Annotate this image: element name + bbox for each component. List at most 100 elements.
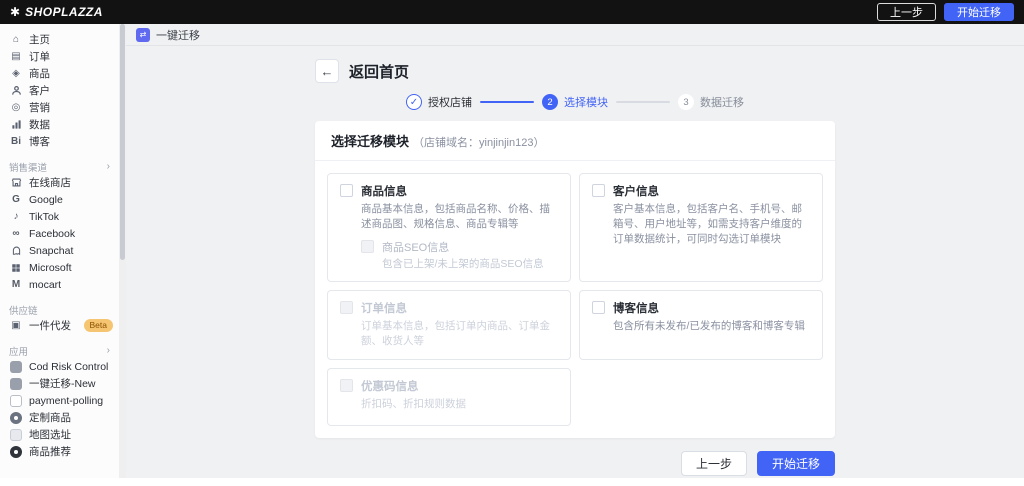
- customer-info-checkbox[interactable]: [592, 184, 605, 197]
- module-blog-info[interactable]: 博客信息 包含所有未发布/已发布的博客和博客专辑: [579, 290, 823, 360]
- sidebar-item-payment-polling[interactable]: payment-polling: [9, 392, 119, 409]
- sidebar-item-label: 营销: [29, 102, 50, 114]
- module-order-info: 订单信息 订单基本信息，包括订单内商品、订单金额、收货人等: [327, 290, 571, 360]
- horizontal-scrollbar-track[interactable]: [0, 478, 1024, 486]
- custom-products-app-icon: [9, 411, 23, 424]
- sidebar-item-label: 数据: [29, 119, 50, 131]
- sidebar-item-facebook[interactable]: ∞ Facebook: [9, 225, 119, 242]
- customer-icon: [9, 85, 23, 96]
- step-connector-pending: [616, 101, 670, 103]
- chevron-right-icon: ›: [106, 161, 110, 172]
- sidebar-item-customers[interactable]: 客户: [9, 82, 119, 99]
- marketing-icon: ◎: [11, 102, 21, 113]
- sub-module-label: 商品SEO信息: [382, 242, 450, 255]
- sidebar-item-migration-new[interactable]: 一键迁移-New: [9, 375, 119, 392]
- sidebar-section-apps[interactable]: 应用 ›: [9, 343, 119, 358]
- sidebar-section-sales-channels[interactable]: 销售渠道 ›: [9, 159, 119, 174]
- sidebar-item-tiktok[interactable]: ♪ TikTok: [9, 208, 119, 225]
- snapchat-ghost-icon: [9, 245, 23, 256]
- sidebar-section-supply-chain[interactable]: 供应链: [9, 302, 119, 317]
- discount-code-checkbox: [340, 378, 353, 392]
- step-number: 3: [678, 94, 694, 110]
- sidebar-item-label: 定制商品: [29, 412, 71, 424]
- start-migration-button[interactable]: 开始迁移: [756, 450, 835, 476]
- module-label: 博客信息: [613, 303, 659, 316]
- migration-new-app-icon: [9, 377, 23, 390]
- sidebar-item-products[interactable]: ◈ 商品: [9, 65, 119, 82]
- sidebar-scrollbar[interactable]: [119, 24, 126, 478]
- sidebar-item-dropshipping[interactable]: ▣ 一件代发 Beta: [9, 317, 119, 334]
- google-icon: G: [12, 194, 20, 205]
- sidebar-item-blog[interactable]: Bi 博客: [9, 133, 119, 150]
- step-label: 选择模块: [564, 97, 608, 109]
- sidebar-item-microsoft[interactable]: Microsoft: [9, 259, 119, 276]
- bar-chart-icon: [9, 119, 23, 130]
- package-box-icon: ▣: [11, 320, 21, 331]
- cod-risk-control-app-icon: [9, 360, 23, 373]
- sidebar-item-label: Microsoft: [29, 261, 72, 274]
- store-domain-subtitle: （店铺域名：yinjinjin123）: [413, 137, 545, 149]
- topbar-actions: 上一步 开始迁移: [877, 3, 1014, 21]
- sidebar-item-label: Google: [29, 193, 63, 206]
- module-description: 商品基本信息，包括商品名称、价格、描述商品图、规格信息、商品专辑等: [361, 203, 550, 231]
- sidebar-item-custom-products[interactable]: 定制商品: [9, 409, 119, 426]
- step-number: 2: [542, 94, 558, 110]
- select-modules-card: 选择迁移模块 （店铺域名：yinjinjin123） 商品信息 商品基本信息，包…: [315, 121, 835, 438]
- sidebar-item-home[interactable]: ⌂ 主页: [9, 31, 119, 48]
- topbar-prev-step-button[interactable]: 上一步: [877, 3, 936, 21]
- module-description: 包含所有未发布/已发布的博客和博客专辑: [613, 320, 805, 333]
- sidebar-item-product-recommendation[interactable]: 商品推荐: [9, 443, 119, 460]
- sidebar-item-label: 一键迁移-New: [29, 378, 96, 390]
- module-label: 商品信息: [361, 186, 407, 198]
- step-connector-done: [480, 101, 534, 103]
- sidebar-scrollbar-thumb[interactable]: [120, 24, 125, 261]
- module-label: 订单信息: [361, 303, 407, 316]
- product-info-checkbox[interactable]: [340, 184, 353, 197]
- topbar: ✱ SHOPLAZZA 上一步 开始迁移: [0, 0, 1024, 24]
- microsoft-icon: [9, 263, 23, 273]
- sidebar-item-label: Cod Risk Control: [29, 360, 109, 373]
- module-description: 折扣码、折扣规则数据: [361, 397, 466, 410]
- step-data-migration: 3 数据迁移: [678, 94, 744, 110]
- modules-grid: 商品信息 商品基本信息，包括商品名称、价格、描述商品图、规格信息、商品专辑等 商…: [315, 161, 835, 438]
- sidebar-item-label: 博客: [29, 136, 50, 148]
- sidebar-item-analytics[interactable]: 数据: [9, 116, 119, 133]
- step-authorize-store: ✓ 授权店铺: [406, 94, 472, 110]
- sidebar-item-snapchat[interactable]: Snapchat: [9, 242, 119, 259]
- mocart-icon: M: [11, 279, 21, 290]
- sidebar-item-google[interactable]: G Google: [9, 191, 119, 208]
- sidebar-item-online-store[interactable]: 在线商店: [9, 174, 119, 191]
- sidebar-item-cod-risk-control[interactable]: Cod Risk Control: [9, 358, 119, 375]
- sidebar-item-map-location[interactable]: 地图选址: [9, 426, 119, 443]
- module-customer-info[interactable]: 客户信息 客户基本信息，包括客户名、手机号、邮箱号、用户地址等，如需支持客户维度…: [579, 173, 823, 283]
- blog-info-checkbox[interactable]: [592, 301, 605, 315]
- sidebar-item-label: 客户: [29, 85, 50, 97]
- chevron-right-icon: ›: [106, 345, 110, 356]
- back-button[interactable]: ←: [315, 59, 339, 83]
- product-seo-checkbox[interactable]: [361, 240, 374, 254]
- module-product-info[interactable]: 商品信息 商品基本信息，包括商品名称、价格、描述商品图、规格信息、商品专辑等 商…: [327, 173, 571, 283]
- sidebar-item-mocart[interactable]: M mocart: [9, 276, 119, 293]
- section-label: 销售渠道: [9, 162, 48, 174]
- orders-icon: ▤: [11, 51, 21, 62]
- home-icon: ⌂: [12, 34, 20, 45]
- topbar-start-migration-button[interactable]: 开始迁移: [944, 3, 1014, 21]
- shoplazza-logo: ✱ SHOPLAZZA: [10, 5, 103, 19]
- check-icon: ✓: [406, 94, 422, 110]
- sidebar-item-label: mocart: [29, 278, 62, 291]
- sidebar-item-orders[interactable]: ▤ 订单: [9, 48, 119, 65]
- card-title: 选择迁移模块: [331, 134, 410, 149]
- module-product-seo-info[interactable]: 商品SEO信息 包含已上架/未上架的商品SEO信息: [361, 239, 558, 272]
- footer-actions: 上一步 开始迁移: [315, 450, 835, 476]
- step-select-modules: 2 选择模块: [542, 94, 608, 110]
- module-description: 客户基本信息，包括客户名、手机号、邮箱号、用户地址等，如需支持客户维度的订单数据…: [613, 203, 802, 246]
- module-description: 订单基本信息，包括订单内商品、订单金额、收货人等: [361, 320, 550, 348]
- payment-polling-app-icon: [9, 394, 23, 407]
- sidebar-item-label: 地图选址: [29, 429, 71, 441]
- prev-step-button[interactable]: 上一步: [680, 450, 747, 476]
- sidebar-item-label: 在线商店: [29, 177, 71, 189]
- storefront-icon: [9, 177, 23, 188]
- sidebar-item-marketing[interactable]: ◎ 营销: [9, 99, 119, 116]
- map-location-app-icon: [9, 428, 23, 441]
- sidebar-item-label: 商品推荐: [29, 446, 71, 458]
